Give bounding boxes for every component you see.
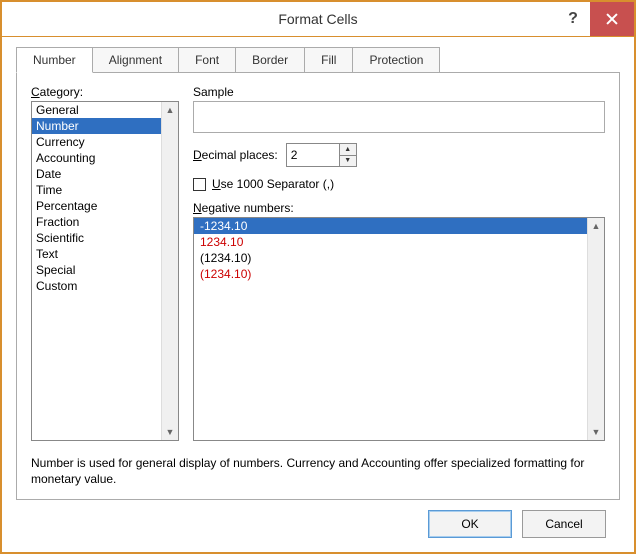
category-item-scientific[interactable]: Scientific	[32, 230, 162, 246]
spinner-up-button[interactable]: ▲	[340, 144, 356, 156]
decimal-places-input[interactable]	[287, 144, 339, 166]
panel-top: Category: General Number Currency Accoun…	[31, 85, 605, 441]
scroll-down-icon[interactable]: ▼	[162, 424, 178, 440]
category-description: Number is used for general display of nu…	[31, 455, 605, 487]
category-item-custom[interactable]: Custom	[32, 278, 162, 294]
sample-label: Sample	[193, 85, 605, 99]
category-item-currency[interactable]: Currency	[32, 134, 162, 150]
negative-item-3[interactable]: (1234.10)	[194, 266, 588, 282]
window-controls: ?	[556, 2, 634, 36]
titlebar: Format Cells ?	[2, 2, 634, 37]
category-item-fraction[interactable]: Fraction	[32, 214, 162, 230]
ok-button[interactable]: OK	[428, 510, 512, 538]
negative-item-1[interactable]: 1234.10	[194, 234, 588, 250]
decimal-places-label: Decimal places:	[193, 148, 278, 162]
decimal-places-spinner: ▲ ▼	[286, 143, 357, 167]
dialog-buttons: OK Cancel	[16, 500, 620, 538]
tab-alignment[interactable]: Alignment	[92, 47, 179, 73]
negative-item-0[interactable]: -1234.10	[194, 218, 588, 234]
category-item-general[interactable]: General	[32, 102, 162, 118]
negative-scrollbar[interactable]: ▲ ▼	[587, 218, 604, 440]
thousands-separator-row: Use 1000 Separator (,)	[193, 177, 605, 191]
spinner-buttons: ▲ ▼	[339, 144, 356, 166]
decimal-row: Decimal places: ▲ ▼	[193, 143, 605, 167]
thousands-separator-checkbox[interactable]	[193, 178, 206, 191]
settings-column: Sample Decimal places: ▲ ▼	[193, 85, 605, 441]
cancel-button[interactable]: Cancel	[522, 510, 606, 538]
format-cells-dialog: Format Cells ? Number Alignment Font Bor…	[0, 0, 636, 554]
category-item-percentage[interactable]: Percentage	[32, 198, 162, 214]
category-scrollbar[interactable]: ▲ ▼	[161, 102, 178, 440]
category-listbox[interactable]: General Number Currency Accounting Date …	[31, 101, 179, 441]
help-button[interactable]: ?	[556, 2, 590, 36]
category-item-accounting[interactable]: Accounting	[32, 150, 162, 166]
window-title: Format Cells	[2, 11, 634, 27]
category-item-time[interactable]: Time	[32, 182, 162, 198]
tab-fill[interactable]: Fill	[304, 47, 353, 73]
sample-box	[193, 101, 605, 133]
category-listbox-inner: General Number Currency Accounting Date …	[32, 102, 162, 440]
scroll-up-icon[interactable]: ▲	[162, 102, 178, 118]
category-item-number[interactable]: Number	[32, 118, 162, 134]
tab-panel-number: Category: General Number Currency Accoun…	[16, 72, 620, 500]
category-item-text[interactable]: Text	[32, 246, 162, 262]
scroll-track[interactable]	[162, 118, 178, 424]
category-label: Category:	[31, 85, 179, 99]
negative-item-2[interactable]: (1234.10)	[194, 250, 588, 266]
spinner-down-button[interactable]: ▼	[340, 156, 356, 167]
scroll-track[interactable]	[588, 234, 604, 424]
sample-group: Sample	[193, 85, 605, 133]
scroll-up-icon[interactable]: ▲	[588, 218, 604, 234]
category-item-special[interactable]: Special	[32, 262, 162, 278]
dialog-body: Number Alignment Font Border Fill Protec…	[2, 37, 634, 552]
close-button[interactable]	[590, 2, 634, 36]
category-column: Category: General Number Currency Accoun…	[31, 85, 179, 441]
negative-numbers-label: Negative numbers:	[193, 201, 605, 215]
category-item-date[interactable]: Date	[32, 166, 162, 182]
scroll-down-icon[interactable]: ▼	[588, 424, 604, 440]
tab-font[interactable]: Font	[178, 47, 236, 73]
thousands-separator-label[interactable]: Use 1000 Separator (,)	[212, 177, 334, 191]
tab-bar: Number Alignment Font Border Fill Protec…	[16, 47, 620, 73]
close-icon	[606, 13, 618, 25]
negative-numbers-listbox[interactable]: -1234.10 1234.10 (1234.10) (1234.10) ▲ ▼	[193, 217, 605, 441]
tab-border[interactable]: Border	[235, 47, 305, 73]
tab-number[interactable]: Number	[16, 47, 93, 73]
negative-listbox-inner: -1234.10 1234.10 (1234.10) (1234.10)	[194, 218, 588, 440]
tab-protection[interactable]: Protection	[352, 47, 440, 73]
